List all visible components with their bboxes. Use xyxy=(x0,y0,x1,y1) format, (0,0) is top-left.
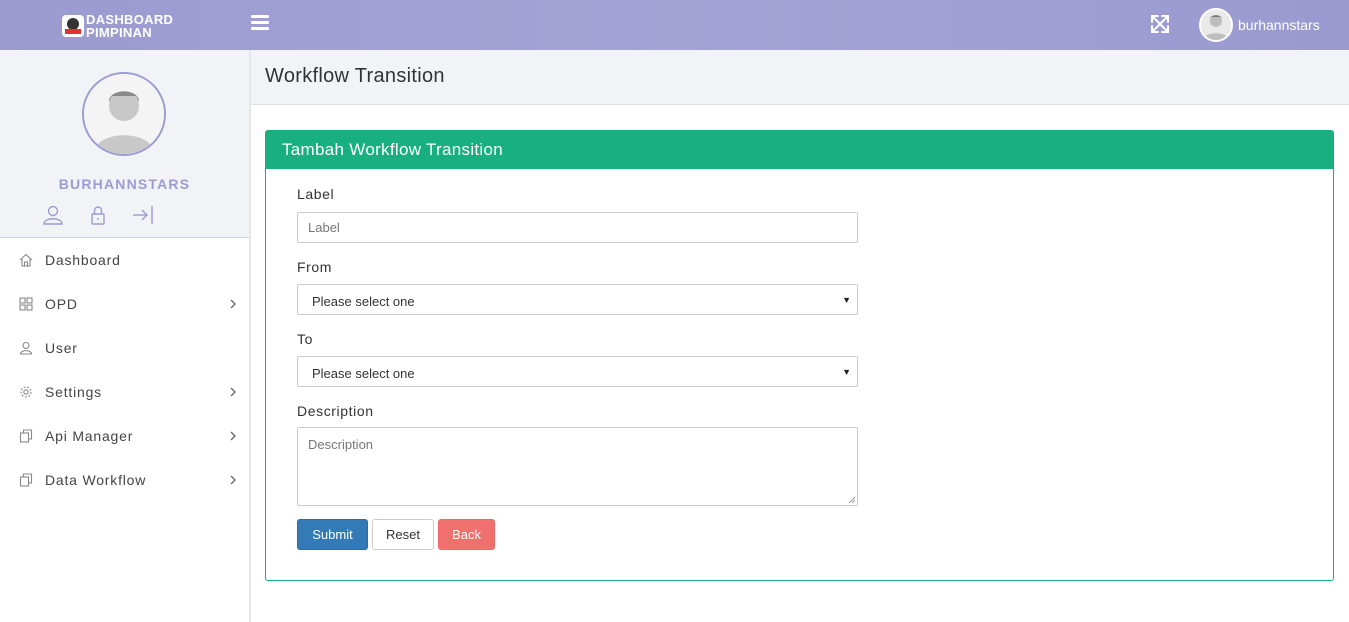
back-button[interactable]: Back xyxy=(438,519,495,550)
home-icon xyxy=(19,253,33,267)
avatar xyxy=(1199,8,1233,42)
user-icon xyxy=(19,341,33,355)
description-wrapper xyxy=(297,427,858,506)
sidebar-item-label: Dashboard xyxy=(45,252,121,268)
page-title: Workflow Transition xyxy=(265,65,445,87)
profile-avatar xyxy=(82,72,166,156)
from-select[interactable]: Please select one ▼ xyxy=(297,284,858,315)
description-field-label: Description xyxy=(297,403,374,419)
to-select[interactable]: Please select one ▼ xyxy=(297,356,858,387)
username-label: burhannstars xyxy=(1238,17,1320,33)
sidebar-item-dashboard[interactable]: Dashboard xyxy=(0,238,249,282)
form-actions: Submit Reset Back xyxy=(297,519,495,550)
submit-button[interactable]: Submit xyxy=(297,519,368,550)
resize-grip-icon[interactable] xyxy=(848,496,856,504)
from-select-value: Please select one xyxy=(312,294,415,309)
form-panel: Tambah Workflow Transition Label From Pl… xyxy=(265,130,1334,581)
to-select-value: Please select one xyxy=(312,366,415,381)
profile-user-icon[interactable] xyxy=(42,205,64,225)
profile-actions xyxy=(42,205,154,225)
page-header: Workflow Transition xyxy=(251,50,1349,105)
user-menu[interactable]: burhannstars xyxy=(1199,8,1320,42)
sidebar-item-settings[interactable]: Settings xyxy=(0,370,249,414)
description-textarea[interactable] xyxy=(297,427,858,506)
sidebar: BURHANNSTARS Dashboard OPD User Settings… xyxy=(0,50,251,622)
sidebar-item-api-manager[interactable]: Api Manager xyxy=(0,414,249,458)
caret-down-icon: ▼ xyxy=(842,295,851,305)
to-field-label: To xyxy=(297,331,313,347)
panel-heading: Tambah Workflow Transition xyxy=(266,131,1333,169)
fullscreen-button[interactable] xyxy=(1149,13,1171,35)
fullscreen-icon xyxy=(1151,15,1169,33)
brand-line-2: PIMPINAN xyxy=(86,25,152,40)
chevron-right-icon xyxy=(230,387,236,397)
brand-logo-icon xyxy=(62,15,84,37)
caret-down-icon: ▼ xyxy=(842,367,851,377)
brand-text: DASHBOARD PIMPINAN xyxy=(86,13,173,39)
sidebar-toggle-button[interactable] xyxy=(251,15,269,31)
from-field-label: From xyxy=(297,259,333,275)
profile-name: BURHANNSTARS xyxy=(58,176,191,192)
chevron-right-icon xyxy=(230,299,236,309)
sidebar-item-data-workflow[interactable]: Data Workflow xyxy=(0,458,249,502)
grid-icon xyxy=(19,297,33,311)
sidebar-profile: BURHANNSTARS xyxy=(0,50,249,238)
reset-button[interactable]: Reset xyxy=(372,519,434,550)
gear-icon xyxy=(20,386,32,398)
avatar-icon xyxy=(1201,10,1231,40)
hamburger-icon xyxy=(251,15,269,18)
sidebar-item-opd[interactable]: OPD xyxy=(0,282,249,326)
label-field-label: Label xyxy=(297,186,335,202)
profile-avatar-icon xyxy=(84,74,164,154)
chevron-right-icon xyxy=(230,475,236,485)
sidebar-item-label: Data Workflow xyxy=(45,472,147,488)
copy-icon xyxy=(19,429,33,443)
label-input[interactable] xyxy=(297,212,858,243)
sidebar-nav: Dashboard OPD User Settings Api Manager … xyxy=(0,238,249,502)
sidebar-item-label: Api Manager xyxy=(45,428,134,444)
logout-icon[interactable] xyxy=(132,205,154,225)
chevron-right-icon xyxy=(230,431,236,441)
top-navbar: DASHBOARD PIMPINAN burhannstars xyxy=(0,0,1349,50)
sidebar-item-label: User xyxy=(45,340,78,356)
brand-logo-link[interactable]: DASHBOARD PIMPINAN xyxy=(62,11,202,41)
lock-icon[interactable] xyxy=(87,205,109,225)
sidebar-item-label: OPD xyxy=(45,296,78,312)
sidebar-item-user[interactable]: User xyxy=(0,326,249,370)
copy-icon xyxy=(19,473,33,487)
sidebar-item-label: Settings xyxy=(45,384,102,400)
